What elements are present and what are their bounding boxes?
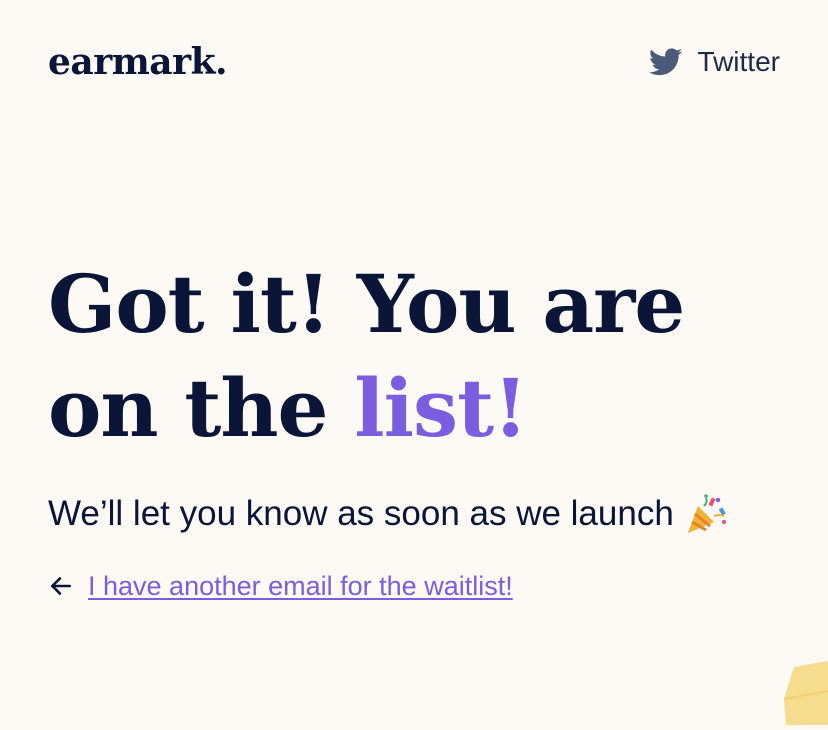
party-popper-icon: [684, 492, 728, 536]
corner-decoration: [780, 661, 828, 725]
arrow-left-icon[interactable]: [48, 573, 74, 599]
subtext-label: We’ll let you know as soon as we launch: [48, 494, 674, 533]
twitter-label: Twitter: [697, 46, 780, 77]
twitter-icon: [648, 48, 682, 76]
back-row: I have another email for the waitlist!: [48, 568, 513, 604]
another-email-link[interactable]: I have another email for the waitlist!: [88, 568, 513, 604]
page-title: Got it! You are on the list!: [48, 252, 808, 460]
twitter-link[interactable]: Twitter: [648, 42, 780, 82]
logo: earmark.: [48, 41, 228, 83]
confirmation-message: We’ll let you know as soon as we launch: [48, 490, 728, 538]
headline-accent: list!: [354, 361, 528, 455]
